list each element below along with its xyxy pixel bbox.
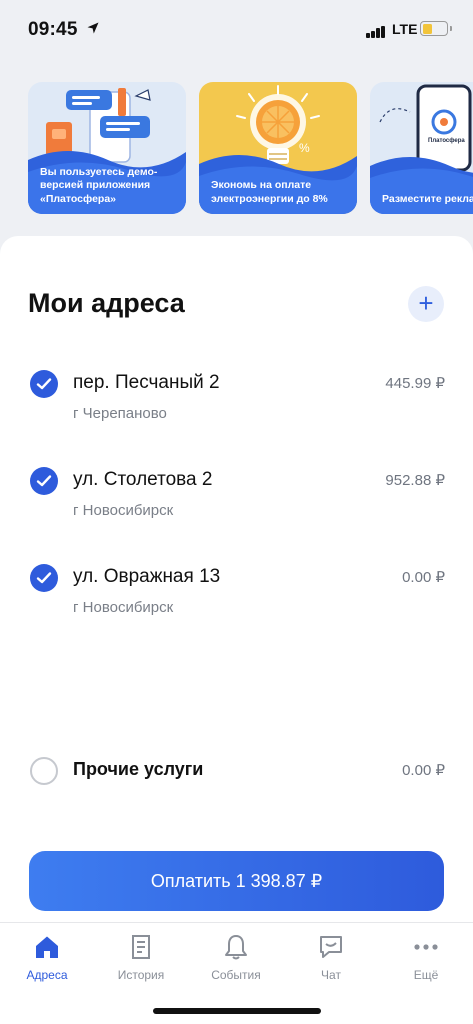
pay-button[interactable]: Оплатить 1 398.87 ₽ [29, 851, 444, 911]
home-icon [36, 936, 58, 958]
banner-caption: Экономь на оплате электроэнергии до 8% [211, 179, 328, 205]
other-services-checkbox[interactable] [30, 757, 58, 785]
banner-energy-savings[interactable]: % Экономь на оплате электроэнергии до 8% [199, 82, 357, 214]
tab-label: Адреса [26, 968, 68, 982]
banner-advertise[interactable]: Платосфера Разместите рекламу в Платосфе… [370, 82, 473, 214]
address-street: ул. Столетова 2 [73, 469, 213, 490]
address-city: г Черепаново [73, 405, 167, 422]
network-type: LTE [392, 21, 418, 37]
tab-bar: Адреса История События Чат Ещё [0, 922, 473, 1024]
document-icon [132, 935, 150, 959]
add-address-button[interactable]: + [408, 286, 444, 322]
tab-more[interactable]: Ещё [379, 923, 473, 993]
checkmark-icon [36, 475, 52, 487]
other-services-row[interactable]: Прочие услуги 0.00 ₽ [0, 757, 473, 817]
banner-caption: Разместите рекламу в Платосфере [382, 192, 473, 205]
other-services-amount: 0.00 ₽ [402, 762, 445, 779]
address-street: пер. Песчаный 2 [73, 372, 220, 393]
tab-label: Чат [321, 968, 341, 982]
tab-history[interactable]: История [94, 923, 188, 993]
tab-events[interactable]: События [189, 923, 283, 993]
other-services-label: Прочие услуги [73, 759, 204, 779]
chat-icon [320, 936, 342, 958]
page-title: Мои адреса [28, 288, 185, 318]
checkmark-icon [36, 378, 52, 390]
status-bar: 09:45 LTE [0, 0, 473, 60]
status-time: 09:45 [28, 19, 78, 40]
signal-icon [366, 24, 386, 38]
home-indicator[interactable] [153, 1008, 321, 1014]
phone-screen-logo-text: Платосфера [428, 138, 465, 144]
more-icon [414, 944, 438, 950]
addresses-card: Мои адреса + пер. Песчаный 2 г Черепанов… [0, 236, 473, 936]
battery-icon [420, 21, 452, 36]
checkmark-icon [36, 572, 52, 584]
promo-banner-carousel[interactable]: Вы пользуетесь демо-версией приложения «… [28, 82, 473, 214]
address-city: г Новосибирск [73, 502, 174, 519]
address-amount: 0.00 ₽ [402, 569, 445, 586]
bell-icon [225, 935, 247, 960]
address-row[interactable]: пер. Песчаный 2 г Черепаново 445.99 ₽ [0, 370, 473, 430]
banner-demo-version[interactable]: Вы пользуетесь демо-версией приложения «… [28, 82, 186, 214]
address-street: ул. Овражная 13 [73, 566, 221, 587]
tab-label: Ещё [413, 968, 439, 982]
tab-label: История [117, 968, 165, 982]
tab-addresses[interactable]: Адреса [0, 923, 94, 993]
tab-chat[interactable]: Чат [284, 923, 378, 993]
address-row[interactable]: ул. Столетова 2 г Новосибирск 952.88 ₽ [0, 467, 473, 527]
address-checkbox[interactable] [30, 564, 58, 592]
address-checkbox[interactable] [30, 370, 58, 398]
address-amount: 445.99 ₽ [385, 375, 445, 392]
address-amount: 952.88 ₽ [385, 472, 445, 489]
location-arrow-icon [87, 22, 99, 34]
address-row[interactable]: ул. Овражная 13 г Новосибирск 0.00 ₽ [0, 564, 473, 624]
svg-text:%: % [299, 141, 310, 155]
address-city: г Новосибирск [73, 599, 174, 616]
tab-label: События [211, 968, 261, 982]
address-checkbox[interactable] [30, 467, 58, 495]
banner-caption: Вы пользуетесь демо-версией приложения «… [40, 165, 158, 205]
